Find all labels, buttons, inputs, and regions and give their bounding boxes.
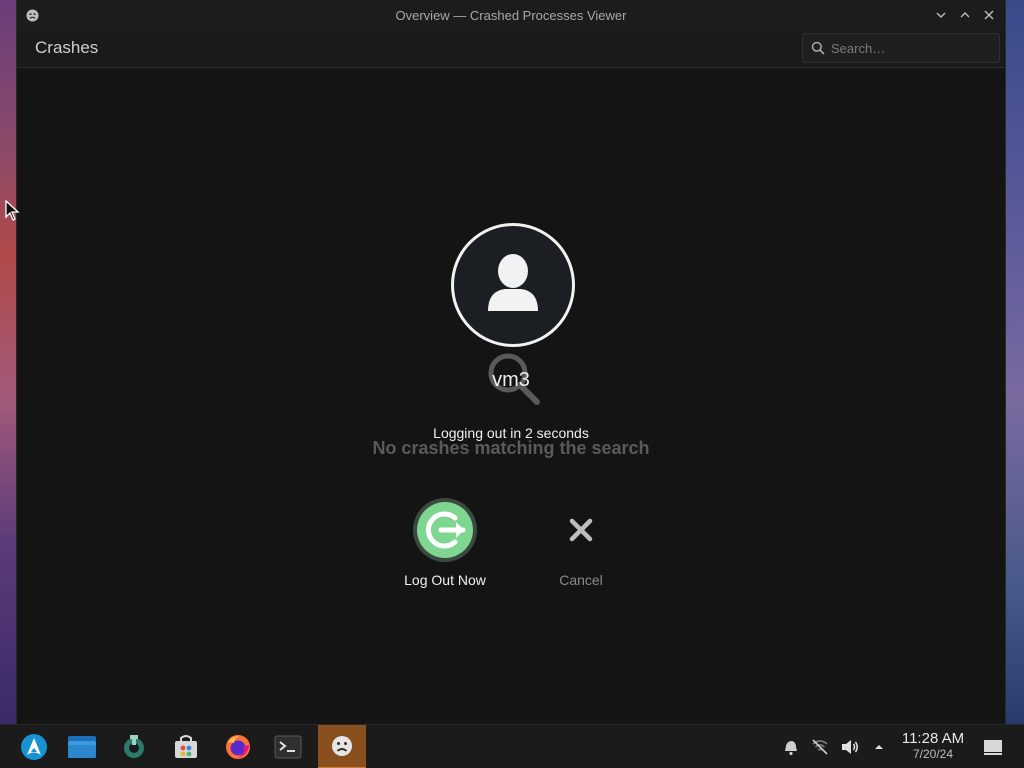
close-button[interactable]: [979, 5, 999, 25]
clock-time: 11:28 AM: [901, 730, 965, 747]
chevron-down-icon: [936, 12, 946, 18]
arch-logo-icon: [21, 734, 47, 760]
empty-state-message: No crashes matching the search: [372, 438, 650, 458]
crash-viewer-task[interactable]: [318, 725, 366, 768]
crash-list-area: No crashes matching the search vm3 Loggi…: [17, 68, 1005, 724]
cancel-label: Cancel: [559, 572, 603, 588]
firefox-icon: [226, 735, 250, 759]
taskbar: 11:28 AM 7/20/24: [0, 724, 1024, 768]
cancel-x-icon: [547, 496, 615, 564]
sad-face-icon: [332, 736, 352, 756]
search-icon: [811, 41, 825, 55]
close-icon: [984, 10, 994, 20]
discover-launcher[interactable]: [162, 725, 210, 768]
logout-countdown: Logging out in 2 seconds: [433, 425, 589, 441]
notifications-icon[interactable]: [780, 736, 802, 758]
crash-viewer-window: Overview — Crashed Processes Viewer Cras…: [16, 0, 1006, 724]
user-avatar: [451, 223, 575, 347]
title-bar[interactable]: Overview — Crashed Processes Viewer: [17, 0, 1005, 30]
wrench-gear-icon: [124, 735, 144, 758]
log-out-now-label: Log Out Now: [404, 572, 486, 588]
page-title: Crashes: [35, 38, 99, 57]
chevron-up-icon: [960, 12, 970, 18]
username: vm3: [492, 369, 530, 391]
window-controls: [931, 5, 999, 25]
clock-date: 7/20/24: [912, 747, 954, 761]
header-toolbar: Crashes: [17, 30, 1005, 68]
terminal-icon: [274, 735, 302, 759]
folder-icon: [68, 736, 96, 758]
user-icon: [488, 254, 538, 311]
search-input[interactable]: [831, 40, 991, 56]
firefox-launcher[interactable]: [214, 725, 262, 768]
system-settings-launcher[interactable]: [110, 725, 158, 768]
logout-icon: [411, 496, 479, 564]
shopping-bag-icon: [175, 735, 197, 758]
show-desktop-icon[interactable]: [981, 736, 1005, 758]
application-launcher[interactable]: [10, 725, 58, 768]
log-out-now-button[interactable]: Log Out Now: [385, 496, 505, 588]
desktop-wallpaper-right: [1004, 0, 1024, 724]
search-field[interactable]: [802, 33, 1000, 63]
desktop-wallpaper-left: [0, 0, 16, 724]
cancel-button[interactable]: Cancel: [521, 496, 641, 588]
expand-tray-icon[interactable]: [868, 736, 890, 758]
volume-icon[interactable]: [839, 736, 861, 758]
network-disconnected-icon[interactable]: [809, 736, 831, 758]
digital-clock[interactable]: 11:28 AM 7/20/24: [894, 730, 972, 761]
minimize-button[interactable]: [931, 5, 951, 25]
window-title: Overview — Crashed Processes Viewer: [395, 7, 627, 23]
file-manager-launcher[interactable]: [58, 725, 106, 768]
terminal-launcher[interactable]: [264, 725, 312, 768]
maximize-button[interactable]: [955, 5, 975, 25]
mouse-pointer-icon: [5, 200, 20, 221]
sad-face-app-icon[interactable]: [25, 8, 39, 22]
